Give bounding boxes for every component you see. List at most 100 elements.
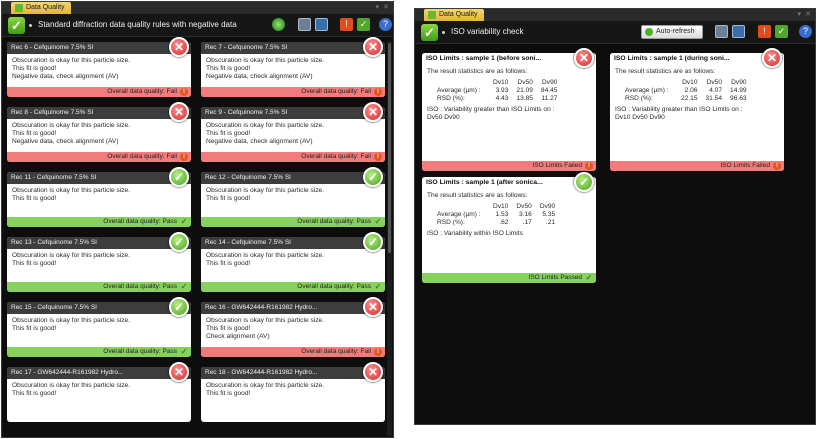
- record-quality-footer: Overall data quality: Fail!: [201, 152, 385, 162]
- grid-view-button[interactable]: [715, 25, 728, 38]
- stats-column-header: Dv10: [682, 79, 698, 86]
- record-title: Rec 13 - Cefquinome 7.5% SI: [7, 237, 191, 249]
- rule-set-title[interactable]: ISO variability check: [451, 27, 523, 36]
- record-message: This fit is good!: [206, 260, 251, 267]
- record-messages: Obscuration is okay for this particle si…: [201, 54, 385, 84]
- toolbar: ✓ Standard diffraction data quality rule…: [2, 14, 393, 37]
- close-icon[interactable]: ✕: [383, 3, 389, 11]
- fail-filter-button[interactable]: !: [758, 25, 771, 38]
- stats-cell: 21.09: [516, 87, 533, 94]
- iso-card-title: ISO Limits : sample 1 (after sonica...: [422, 177, 596, 189]
- record-card[interactable]: Rec 9 - Cefquinome 7.5% SI Obscuration is…: [201, 102, 385, 162]
- record-card[interactable]: Rec 18 - GW642444-R161982 Hydro... Obscur…: [201, 362, 385, 422]
- pass-filter-button[interactable]: ✓: [357, 18, 370, 31]
- record-message: This fit is good!: [206, 390, 251, 397]
- fail-x-icon: ✕: [574, 48, 594, 68]
- iso-card-title: ISO Limits : sample 1 (before soni...: [422, 53, 596, 65]
- record-quality-footer: Overall data quality: Fail!: [201, 87, 385, 97]
- stats-column-header: Dv10: [493, 79, 509, 86]
- stats-cell: 3.93: [495, 87, 509, 94]
- scroll-thumb[interactable]: [388, 43, 391, 253]
- iso-limit-card[interactable]: ISO Limits : sample 1 (after sonica... Th…: [422, 172, 596, 283]
- record-message: Negative data, check alignment (AV): [206, 138, 313, 145]
- check-icon: ✓: [374, 217, 382, 226]
- dropdown-dot-icon[interactable]: [442, 31, 445, 34]
- stats-intro: The result statistics are as follows:: [615, 68, 716, 75]
- dropdown-dot-icon[interactable]: [29, 24, 32, 27]
- record-card[interactable]: Rec 11 - Cefquinome 7.5% SI Obscuration i…: [7, 167, 191, 227]
- stats-cell: 22.15: [681, 95, 698, 102]
- stats-row: RSD (%): 4.43 13.85 11.27: [437, 95, 561, 103]
- record-message: Obscuration is okay for this particle si…: [206, 317, 325, 324]
- refresh-button[interactable]: [272, 18, 285, 31]
- data-quality-icon: [15, 4, 23, 12]
- record-messages: Obscuration is okay for this particle si…: [201, 249, 385, 271]
- stats-column-header: [437, 203, 489, 211]
- stats-row: RSD (%): .62 .17 .21: [437, 219, 559, 227]
- warning-icon: !: [374, 348, 382, 356]
- chart-view-button[interactable]: [315, 18, 328, 31]
- grid-view-button[interactable]: [298, 18, 311, 31]
- record-message: This fit is good!: [12, 65, 57, 72]
- record-quality-footer: Overall data quality: Fail!: [7, 87, 191, 97]
- record-messages: Obscuration is okay for this particle si…: [201, 314, 385, 344]
- iso-limit-card[interactable]: ISO Limits : sample 1 (during soni... The…: [610, 48, 784, 171]
- record-message: Negative data, check alignment (AV): [206, 73, 313, 80]
- record-message: Obscuration is okay for this particle si…: [206, 382, 325, 389]
- chart-view-button[interactable]: [732, 25, 745, 38]
- stats-column-header: Dv50: [517, 79, 533, 86]
- fail-filter-button[interactable]: !: [340, 18, 353, 31]
- record-messages: Obscuration is okay for this particle si…: [7, 379, 191, 401]
- close-icon[interactable]: ✕: [805, 10, 811, 18]
- record-title: Rec 14 - Cefquinome 7.5% SI: [201, 237, 385, 249]
- record-card[interactable]: Rec 8 - Cefquinome 7.5% SI Obscuration is…: [7, 102, 191, 162]
- tab-data-quality[interactable]: Data Quality: [11, 2, 71, 14]
- record-title: Rec 18 - GW642444-R161982 Hydro...: [201, 367, 385, 379]
- record-card[interactable]: Rec 13 - Cefquinome 7.5% SI Obscuration i…: [7, 232, 191, 292]
- stats-table: Dv10 Dv50 Dv90 Average (µm) : 3.93 21.09 84.45…: [437, 79, 561, 103]
- iso-result-footer: ISO Limits Failed!: [610, 161, 784, 171]
- help-button[interactable]: ?: [799, 25, 812, 38]
- iso-verdict: ISO : Variability greater than ISO Limit…: [615, 106, 743, 113]
- pin-icon[interactable]: ▾: [797, 10, 801, 18]
- check-icon: ✓: [180, 282, 188, 291]
- record-message: Obscuration is okay for this particle si…: [12, 57, 131, 64]
- stats-row: Average (µm) : 2.06 4.07 14.99: [625, 87, 751, 95]
- record-card[interactable]: Rec 12 - Cefquinome 7.5% SI Obscuration i…: [201, 167, 385, 227]
- record-card[interactable]: Rec 16 - GW642444-R161982 Hydro... Obscur…: [201, 297, 385, 357]
- fail-x-icon: ✕: [169, 102, 189, 122]
- iso-verdict: ISO : Variability within ISO Limits: [427, 230, 523, 237]
- stats-cell: 96.63: [730, 95, 747, 102]
- help-button[interactable]: ?: [379, 18, 392, 31]
- auto-refresh-button[interactable]: Auto-refresh: [641, 25, 703, 39]
- stats-column-header: Dv10: [493, 203, 509, 210]
- tab-data-quality[interactable]: Data Quality: [424, 9, 484, 21]
- rule-set-title[interactable]: Standard diffraction data quality rules …: [38, 20, 237, 29]
- stats-cell: 4.43: [495, 95, 509, 102]
- data-quality-panel-left: Data Quality ▾ ✕ ✓ Standard diffraction …: [1, 1, 394, 438]
- stats-column-header: [625, 79, 677, 87]
- toolbar: ✓ ISO variability check Auto-refresh ! ✓…: [415, 21, 815, 44]
- pass-check-icon: ✓: [169, 232, 189, 252]
- record-card[interactable]: Rec 7 - Cefquinome 7.5% SI Obscuration is…: [201, 37, 385, 97]
- record-card[interactable]: Rec 17 - GW642444-R161982 Hydro... Obscur…: [7, 362, 191, 422]
- check-icon: ✓: [180, 217, 188, 226]
- iso-limit-card[interactable]: ISO Limits : sample 1 (before soni... The…: [422, 48, 596, 171]
- record-title: Rec 7 - Cefquinome 7.5% SI: [201, 42, 385, 54]
- pass-filter-button[interactable]: ✓: [775, 25, 788, 38]
- scrollbar[interactable]: [387, 41, 392, 436]
- record-card[interactable]: Rec 14 - Cefquinome 7.5% SI Obscuration i…: [201, 232, 385, 292]
- pin-icon[interactable]: ▾: [375, 3, 379, 11]
- record-message: This fit is good!: [12, 260, 57, 267]
- record-card[interactable]: Rec 6 - Cefquinome 7.5% SI Obscuration is…: [7, 37, 191, 97]
- record-title: Rec 16 - GW642444-R161982 Hydro...: [201, 302, 385, 314]
- stats-cell: .62: [499, 219, 509, 226]
- record-message: This fit is good!: [206, 65, 251, 72]
- stats-cell: Average (µm) :: [625, 87, 669, 94]
- stats-cell: 4.07: [709, 87, 723, 94]
- iso-verdict: ISO : Variability greater than ISO Limit…: [427, 106, 555, 113]
- stats-row: Average (µm) : 1.53 3.16 5.35: [437, 211, 559, 219]
- record-card[interactable]: Rec 15 - Cefquinome 7.5% SI Obscuration i…: [7, 297, 191, 357]
- record-messages: Obscuration is okay for this particle si…: [201, 379, 385, 401]
- iso-verdict-params: Dv10 Dv50 Dv90: [615, 114, 665, 121]
